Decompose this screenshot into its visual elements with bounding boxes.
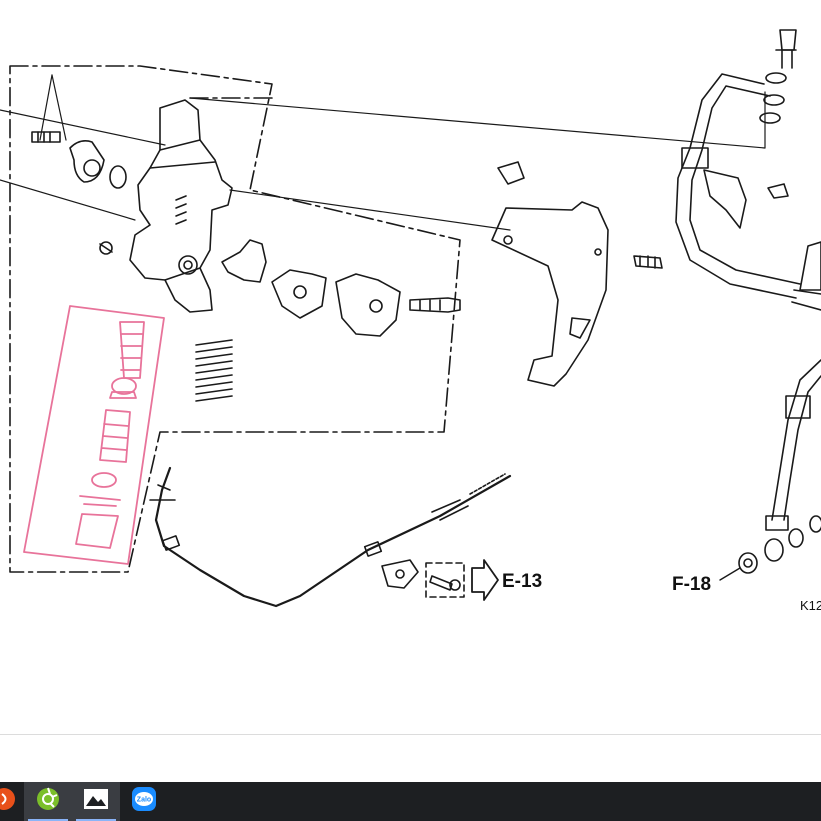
taskbar-app-1[interactable]: [0, 782, 24, 821]
taskbar: Zalo: [0, 782, 821, 821]
taskbar-app-4[interactable]: Zalo: [120, 782, 168, 821]
orange-app-icon: [0, 788, 18, 815]
parking-brake-cable: [149, 466, 512, 608]
bleeder-fitting: [31, 131, 127, 189]
zalo-app-icon: Zalo: [131, 786, 157, 817]
caliper-body: [99, 99, 233, 313]
photos-app-icon: [83, 788, 109, 815]
return-spring: [195, 339, 233, 402]
leader-lines: [0, 74, 766, 231]
taskbar-app-3[interactable]: [72, 782, 120, 821]
f18-label[interactable]: F-18: [672, 574, 711, 595]
parts-diagram: E-13 F-18 K12: [0, 29, 821, 613]
blank-area: [0, 735, 821, 782]
e13-label[interactable]: E-13: [502, 571, 542, 592]
brake-hose-assembly: [675, 29, 821, 581]
zalo-icon-text: Zalo: [137, 797, 151, 804]
green-app-icon: [36, 787, 60, 816]
splash-shield: [491, 161, 663, 387]
e13-reference: [425, 559, 499, 601]
highlighted-piston-kit: [23, 305, 165, 565]
part-code-label: K12: [800, 598, 821, 613]
pad-clips: [221, 239, 461, 337]
taskbar-app-2[interactable]: [24, 782, 72, 821]
diagram-viewer: E-13 F-18 K12: [0, 0, 821, 735]
